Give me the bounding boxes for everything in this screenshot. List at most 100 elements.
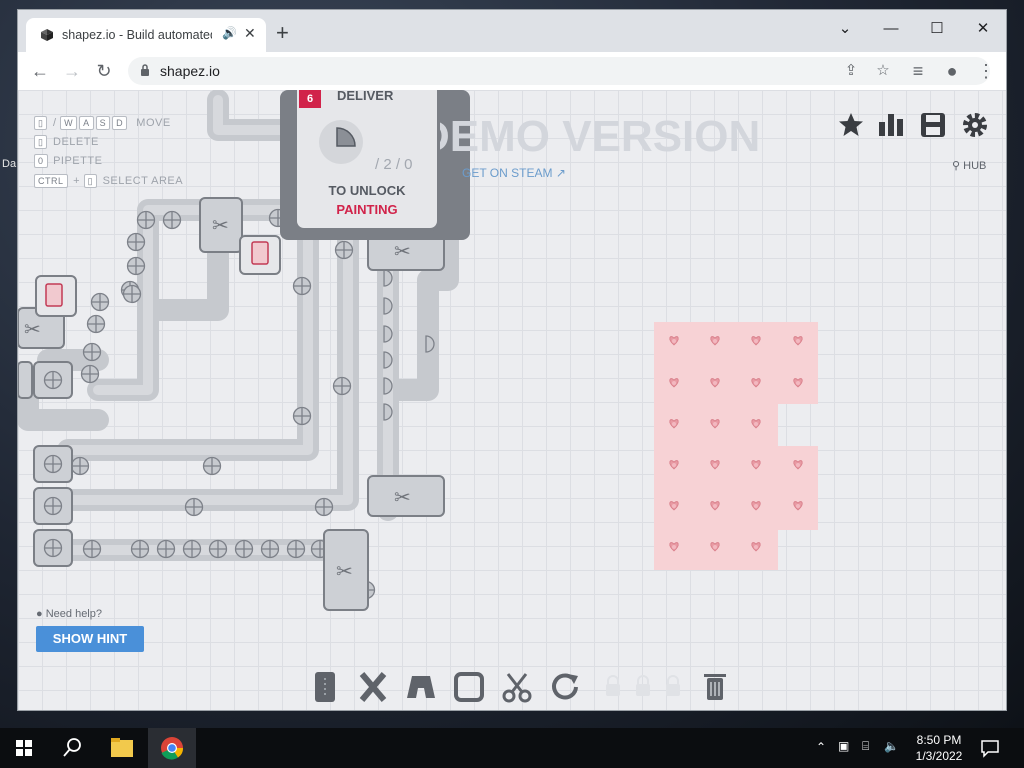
tab-close-icon[interactable]: ✕ — [244, 25, 256, 42]
locked-slot-icon — [666, 675, 680, 696]
tray-chevron-icon[interactable]: ⌃ — [816, 740, 826, 754]
key-d: D — [112, 116, 128, 130]
mouse-icon: ▯ — [34, 135, 48, 149]
extractor-tool-icon[interactable] — [452, 670, 486, 704]
desktop-icon-fragment: Da — [2, 158, 17, 170]
close-window-button[interactable]: ✕ — [960, 14, 1006, 44]
rotator-tool-icon[interactable] — [548, 670, 582, 704]
cutter-machine[interactable]: ✂ — [367, 475, 445, 517]
hub-label-text: HUB — [963, 160, 987, 172]
star-icon[interactable] — [836, 110, 866, 140]
browser-window: shapez.io - Build automated 🔊 ✕ + ⌄ — ☐ … — [18, 10, 1006, 710]
chat-bubble-icon: ● — [36, 608, 43, 620]
browser-tab[interactable]: shapez.io - Build automated 🔊 ✕ — [26, 18, 266, 52]
file-explorer-icon[interactable] — [98, 728, 146, 768]
key-plus: + — [73, 175, 81, 187]
external-link-icon: ↗ — [555, 166, 566, 180]
get-on-steam-label: GET ON STEAM — [462, 166, 553, 180]
key-w: W — [60, 116, 78, 130]
keybind-pipette: 0 PIPETTE — [34, 154, 102, 168]
need-help-text: ● Need help? — [36, 608, 102, 620]
keybind-label: SELECT AREA — [102, 175, 184, 187]
browser-menu-icon[interactable]: ⋮ — [974, 59, 998, 83]
hub-label: ⚲ HUB — [952, 159, 986, 172]
game-viewport[interactable]: ✂ ✂ ✂ ✂ ✂ ▯ / W A S D MOVE ▯ DELETE 0 PI… — [18, 90, 1006, 710]
tunnel-tool-icon[interactable] — [404, 670, 438, 704]
mouse-icon: ▯ — [83, 174, 98, 188]
keybind-select-area: CTRL + ▯ SELECT AREA — [34, 174, 183, 188]
keybind-delete: ▯ DELETE — [34, 135, 99, 149]
address-bar[interactable]: shapez.io ⇪ ☆ — [128, 57, 990, 85]
belt-tool-icon[interactable] — [308, 670, 342, 704]
location-pin-icon: ⚲ — [952, 160, 961, 172]
get-on-steam-link[interactable]: GET ON STEAM ↗ — [462, 166, 566, 180]
deliver-label: DELIVER — [337, 90, 394, 103]
back-button[interactable]: ← — [28, 59, 52, 83]
keybind-move: ▯ / WASD MOVE — [34, 116, 171, 130]
share-icon[interactable]: ⇪ — [840, 60, 862, 82]
settings-icon[interactable] — [960, 110, 990, 140]
speaker-icon[interactable]: 🔊 — [222, 26, 237, 40]
new-tab-button[interactable]: + — [276, 22, 289, 44]
need-help-label: Need help? — [45, 608, 102, 620]
key-ctrl: CTRL — [34, 174, 68, 188]
mouse-icon: ▯ — [34, 116, 48, 130]
reload-button[interactable]: ↻ — [92, 59, 116, 83]
url-text: shapez.io — [160, 63, 220, 79]
minimize-button[interactable]: — — [868, 14, 914, 44]
tab-search-chevron-icon[interactable]: ⌄ — [822, 14, 868, 44]
to-unlock-label: TO UNLOCK — [328, 183, 406, 198]
bookmark-star-icon[interactable]: ☆ — [872, 60, 894, 82]
clock-time: 8:50 PM — [916, 733, 962, 747]
cutter-machine[interactable]: ✂ — [199, 197, 243, 253]
trash-tool-icon[interactable] — [698, 670, 732, 704]
clock-date: 1/3/2022 — [915, 749, 963, 763]
tab-strip: shapez.io - Build automated 🔊 ✕ + ⌄ — ☐ … — [18, 10, 1006, 52]
statistics-icon[interactable] — [876, 110, 906, 140]
level-badge: 6 — [299, 90, 321, 108]
svg-text:✂: ✂ — [24, 319, 41, 341]
profile-avatar-icon[interactable]: ● — [940, 59, 964, 83]
svg-text:✂: ✂ — [212, 215, 229, 237]
goal-progress: / 2 / 0 — [375, 156, 413, 173]
tab-title: shapez.io - Build automated — [62, 28, 212, 42]
forward-button[interactable]: → — [60, 59, 84, 83]
notification-icon[interactable] — [980, 738, 1000, 758]
cutter-machine[interactable]: ✂ — [323, 529, 369, 611]
media-control-icon[interactable]: ≡ — [906, 59, 930, 83]
ethernet-icon[interactable]: ⌸ — [862, 739, 869, 754]
unlock-reward: PAINTING — [336, 202, 398, 217]
network-status-icon[interactable]: ▣ — [838, 739, 849, 753]
lock-icon — [141, 64, 149, 76]
extractor-machine[interactable] — [18, 361, 73, 567]
shapez-favicon-icon — [41, 29, 53, 41]
trash-machine[interactable] — [239, 235, 281, 275]
volume-muted-icon[interactable]: 🔈 — [884, 739, 899, 753]
browser-toolbar: ← → ↻ shapez.io ⇪ ☆ ≡ ● ⋮ — [18, 52, 1006, 91]
cutter-tool-icon[interactable] — [500, 670, 534, 704]
level-goal-panel: 6 DELIVER / 2 / 0 TO UNLOCK PAINTING — [294, 90, 440, 231]
svg-text:✂: ✂ — [394, 241, 411, 263]
search-icon[interactable] — [48, 728, 96, 768]
chrome-icon[interactable] — [148, 728, 196, 768]
save-icon[interactable] — [918, 110, 948, 140]
balancer-tool-icon[interactable] — [356, 670, 390, 704]
keybind-label: DELETE — [53, 136, 99, 148]
trash-machine[interactable] — [35, 275, 77, 317]
key-s: S — [95, 116, 111, 130]
windows-start-icon[interactable] — [0, 728, 48, 768]
keybind-label: PIPETTE — [53, 155, 103, 167]
keybind-label: MOVE — [136, 117, 171, 129]
system-clock[interactable]: 8:50 PM 1/3/2022 — [904, 732, 974, 764]
demo-version-banner: DEMO VERSION — [418, 112, 761, 161]
locked-slot-icon — [636, 675, 650, 696]
show-hint-button[interactable]: SHOW HINT — [36, 626, 144, 652]
key-a: A — [79, 116, 94, 130]
maximize-button[interactable]: ☐ — [914, 14, 960, 44]
goal-shape-icon — [319, 120, 363, 164]
svg-text:✂: ✂ — [336, 561, 353, 583]
svg-text:✂: ✂ — [394, 487, 411, 509]
windows-taskbar: ⌃ ▣ ⌸ 🔈 8:50 PM 1/3/2022 — [0, 728, 1024, 768]
locked-slot-icon — [606, 675, 620, 696]
shape-resource-patch — [654, 322, 818, 570]
